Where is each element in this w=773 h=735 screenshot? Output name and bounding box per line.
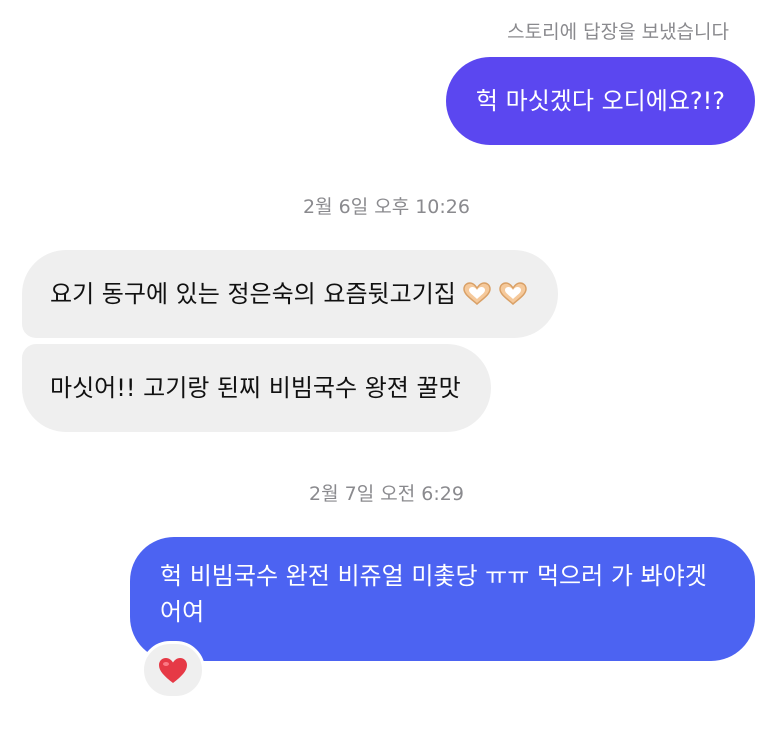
message-reaction[interactable] — [141, 641, 205, 699]
sent-message-bubble[interactable]: 헉 마싯겠다 오디에요?!? — [445, 57, 755, 145]
received-message-bubble[interactable]: 요기 동구에 있는 정은숙의 요즘뒷고기집 — [22, 250, 558, 338]
message-text: 헉 마싯겠다 오디에요?!? — [475, 87, 725, 115]
received-message-bubble[interactable]: 마싯어!! 고기랑 된찌 비빔국수 왕젼 꿀맛 — [22, 344, 491, 432]
heart-icon — [159, 657, 187, 683]
timestamp: 2월 6일 오후 10:26 — [303, 196, 470, 218]
message-text: 요기 동구에 있는 정은숙의 요즘뒷고기집 — [50, 280, 456, 308]
message-text: 마싯어!! 고기랑 된찌 비빔국수 왕젼 꿀맛 — [50, 374, 461, 402]
heart-hands-icon — [463, 282, 491, 305]
heart-hands-icon — [499, 282, 527, 305]
story-reply-note: 스토리에 답장을 보냈습니다 — [507, 21, 729, 43]
sent-message-bubble[interactable]: 헉 비빔국수 완전 비쥬얼 미촟당 ㅠㅠ 먹으러 가 봐야겟어여 — [130, 537, 755, 661]
timestamp: 2월 7일 오전 6:29 — [309, 483, 464, 505]
message-text: 헉 비빔국수 완전 비쥬얼 미촟당 ㅠㅠ 먹으러 가 봐야겟어여 — [160, 562, 707, 626]
